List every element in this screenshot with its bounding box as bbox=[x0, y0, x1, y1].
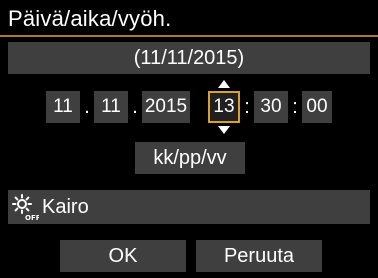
date-format-label: kk/pp/vv bbox=[153, 146, 227, 169]
date-preview-text: (11/11/2015) bbox=[133, 46, 245, 69]
dst-off-icon: OFF bbox=[10, 192, 40, 222]
minute-value: 30 bbox=[260, 96, 282, 117]
increment-arrow-icon[interactable] bbox=[218, 80, 230, 88]
title-divider bbox=[0, 35, 378, 37]
date-separator: . bbox=[84, 95, 90, 118]
month-value: 11 bbox=[101, 96, 121, 117]
decrement-arrow-icon[interactable] bbox=[218, 126, 230, 134]
cancel-button[interactable]: Peruuta bbox=[196, 240, 322, 272]
day-field[interactable]: 11 bbox=[46, 91, 80, 123]
date-separator: . bbox=[132, 95, 138, 118]
date-preview: (11/11/2015) bbox=[8, 42, 370, 74]
time-separator: : bbox=[292, 95, 298, 118]
minute-field[interactable]: 30 bbox=[254, 91, 288, 123]
time-separator: : bbox=[244, 95, 250, 118]
date-format-button[interactable]: kk/pp/vv bbox=[135, 142, 245, 174]
month-field[interactable]: 11 bbox=[94, 91, 128, 123]
second-value: 00 bbox=[306, 96, 328, 117]
svg-text:OFF: OFF bbox=[25, 214, 39, 221]
time-zone-row[interactable]: OFF Kairo bbox=[8, 190, 370, 224]
ok-button-label: OK bbox=[108, 244, 138, 267]
hour-value: 13 bbox=[213, 96, 235, 117]
year-value: 2015 bbox=[144, 96, 188, 117]
time-zone-name: Kairo bbox=[42, 195, 89, 218]
day-value: 11 bbox=[53, 96, 73, 117]
hour-field[interactable]: 13 bbox=[208, 91, 240, 123]
screen-title: Päivä/aika/vyöh. bbox=[8, 6, 172, 31]
year-field[interactable]: 2015 bbox=[142, 91, 190, 123]
cancel-button-label: Peruuta bbox=[223, 244, 295, 267]
second-field[interactable]: 00 bbox=[302, 91, 332, 123]
ok-button[interactable]: OK bbox=[60, 240, 186, 272]
